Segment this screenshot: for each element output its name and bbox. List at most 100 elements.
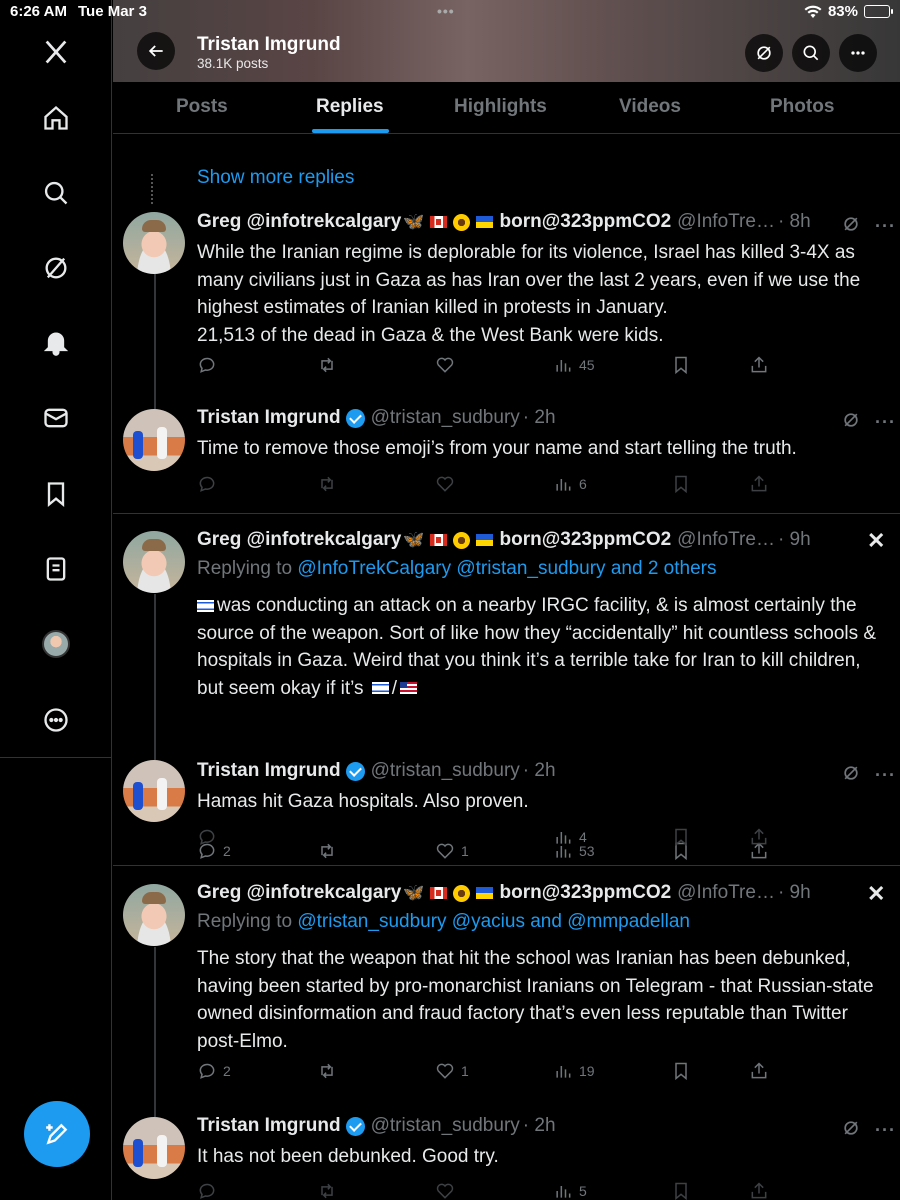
tab-replies[interactable]: Replies (316, 96, 384, 118)
more-icon[interactable]: ··· (875, 1120, 896, 1141)
bookmark-button[interactable] (671, 474, 691, 494)
tweet-time[interactable]: · 8h (778, 211, 811, 233)
author-handle[interactable]: @InfoTre… (677, 882, 775, 904)
views-button[interactable]: 19 (553, 1061, 595, 1081)
like-button[interactable] (435, 1181, 461, 1200)
reply-button[interactable] (197, 827, 223, 847)
reply-button[interactable] (197, 474, 223, 494)
tweet[interactable]: Tristan Imgrund @tristan_sudbury · 2h ··… (113, 1112, 900, 1200)
grok-icon[interactable] (841, 410, 861, 435)
tweet-actions: 6 (197, 474, 777, 496)
repost-button[interactable] (317, 1181, 343, 1200)
more-icon[interactable]: ··· (875, 216, 896, 237)
grok-icon[interactable] (841, 214, 861, 239)
tweet[interactable]: Greg @infotrekcalgary 🦋 born@323ppmCO2 @… (113, 202, 900, 404)
like-button[interactable]: 1 (435, 1061, 469, 1081)
like-button[interactable] (435, 474, 461, 494)
views-button[interactable]: 5 (553, 1181, 587, 1200)
replying-to-mentions[interactable]: @InfoTrekCalgary @tristan_sudbury and 2 … (297, 558, 716, 579)
more-icon[interactable]: ··· (875, 412, 896, 433)
reply-button[interactable] (197, 355, 223, 375)
tweet[interactable]: Greg @infotrekcalgary 🦋 born@323ppmCO2 @… (113, 526, 900, 754)
search-button[interactable] (792, 34, 830, 72)
more-options-icon[interactable] (36, 700, 76, 740)
more-icon[interactable]: ··· (875, 765, 896, 786)
tab-videos[interactable]: Videos (619, 96, 681, 118)
tweet[interactable]: Tristan Imgrund @tristan_sudbury · 2h ··… (113, 404, 900, 514)
avatar[interactable] (123, 409, 185, 471)
show-more-replies-link[interactable]: Show more replies (197, 167, 354, 189)
tweet-header: Tristan Imgrund @tristan_sudbury · 2h (197, 760, 556, 782)
replying-to-mentions[interactable]: @tristan_sudbury @yacius and @mmpadellan (297, 911, 690, 932)
author-handle[interactable]: @tristan_sudbury (371, 760, 520, 782)
profile-avatar[interactable] (36, 624, 76, 664)
tweet-header: Tristan Imgrund @tristan_sudbury · 2h (197, 1115, 556, 1137)
author-name[interactable]: Greg @infotrekcalgary (197, 529, 401, 551)
author-name[interactable]: Tristan Imgrund (197, 407, 341, 429)
tab-photos[interactable]: Photos (770, 96, 834, 118)
tab-posts[interactable]: Posts (176, 96, 228, 118)
views-button[interactable]: 4 (553, 827, 587, 847)
grok-icon[interactable] (841, 1118, 861, 1143)
tab-highlights[interactable]: Highlights (454, 96, 547, 118)
bookmark-button[interactable] (671, 827, 691, 847)
avatar[interactable] (123, 760, 185, 822)
messages-icon[interactable] (36, 398, 76, 438)
share-button[interactable] (749, 827, 769, 847)
tweet-controls: ··· (841, 410, 896, 435)
lists-icon[interactable] (36, 549, 76, 589)
bookmarks-icon[interactable] (36, 474, 76, 514)
compose-post-button[interactable] (24, 1101, 90, 1167)
repost-button[interactable] (317, 355, 343, 375)
author-handle[interactable]: @InfoTre… (677, 211, 775, 233)
avatar[interactable] (123, 531, 185, 593)
grok-icon[interactable] (841, 763, 861, 788)
avatar[interactable] (123, 212, 185, 274)
reply-button[interactable]: 2 (197, 1061, 231, 1081)
author-name[interactable]: Tristan Imgrund (197, 760, 341, 782)
search-icon[interactable] (36, 173, 76, 213)
tweet[interactable]: Tristan Imgrund @tristan_sudbury · 2h ··… (113, 756, 900, 866)
like-button[interactable] (435, 355, 461, 375)
author-name[interactable]: Greg @infotrekcalgary (197, 211, 401, 233)
avatar[interactable] (123, 1117, 185, 1179)
tweet[interactable]: Greg @infotrekcalgary 🦋 born@323ppmCO2 @… (113, 879, 900, 1089)
multitasking-dots-icon[interactable]: ••• (437, 3, 455, 19)
views-button[interactable]: 45 (553, 355, 595, 375)
share-button[interactable] (749, 1181, 769, 1200)
home-icon[interactable] (36, 98, 76, 138)
bookmark-button[interactable] (671, 1061, 691, 1081)
author-name[interactable]: Tristan Imgrund (197, 1115, 341, 1137)
author-name[interactable]: Greg @infotrekcalgary (197, 882, 401, 904)
view-count: 4 (579, 829, 587, 845)
views-button[interactable]: 6 (553, 474, 587, 494)
verified-badge-icon (345, 408, 365, 428)
author-handle[interactable]: @tristan_sudbury (371, 1115, 520, 1137)
bookmark-icon (675, 828, 687, 847)
bookmark-button[interactable] (671, 355, 691, 375)
back-button[interactable] (137, 32, 175, 70)
tweet-time[interactable]: · 9h (778, 882, 811, 904)
grok-icon[interactable] (36, 248, 76, 288)
bookmark-button[interactable] (671, 1181, 691, 1200)
x-logo-icon[interactable]: ✕ (867, 881, 885, 907)
tweet-time[interactable]: · 2h (523, 407, 556, 429)
notifications-bell-icon[interactable] (36, 323, 76, 363)
share-button[interactable] (749, 1061, 769, 1081)
reply-button[interactable] (197, 1181, 223, 1200)
grok-button[interactable] (745, 34, 783, 72)
repost-button[interactable] (317, 1061, 343, 1081)
tweet-time[interactable]: · 9h (778, 529, 811, 551)
tweet-time[interactable]: · 2h (523, 1115, 556, 1137)
more-button[interactable] (839, 34, 877, 72)
x-logo-icon[interactable]: ✕ (867, 528, 885, 554)
author-handle[interactable]: @InfoTre… (677, 529, 775, 551)
x-logo-icon[interactable] (36, 32, 76, 72)
share-button[interactable] (749, 355, 769, 375)
author-handle[interactable]: @tristan_sudbury (371, 407, 520, 429)
repost-button[interactable] (317, 474, 343, 494)
tweet-time[interactable]: · 2h (523, 760, 556, 782)
avatar[interactable] (123, 884, 185, 946)
verified-badge-icon (345, 761, 365, 781)
share-button[interactable] (749, 474, 769, 494)
